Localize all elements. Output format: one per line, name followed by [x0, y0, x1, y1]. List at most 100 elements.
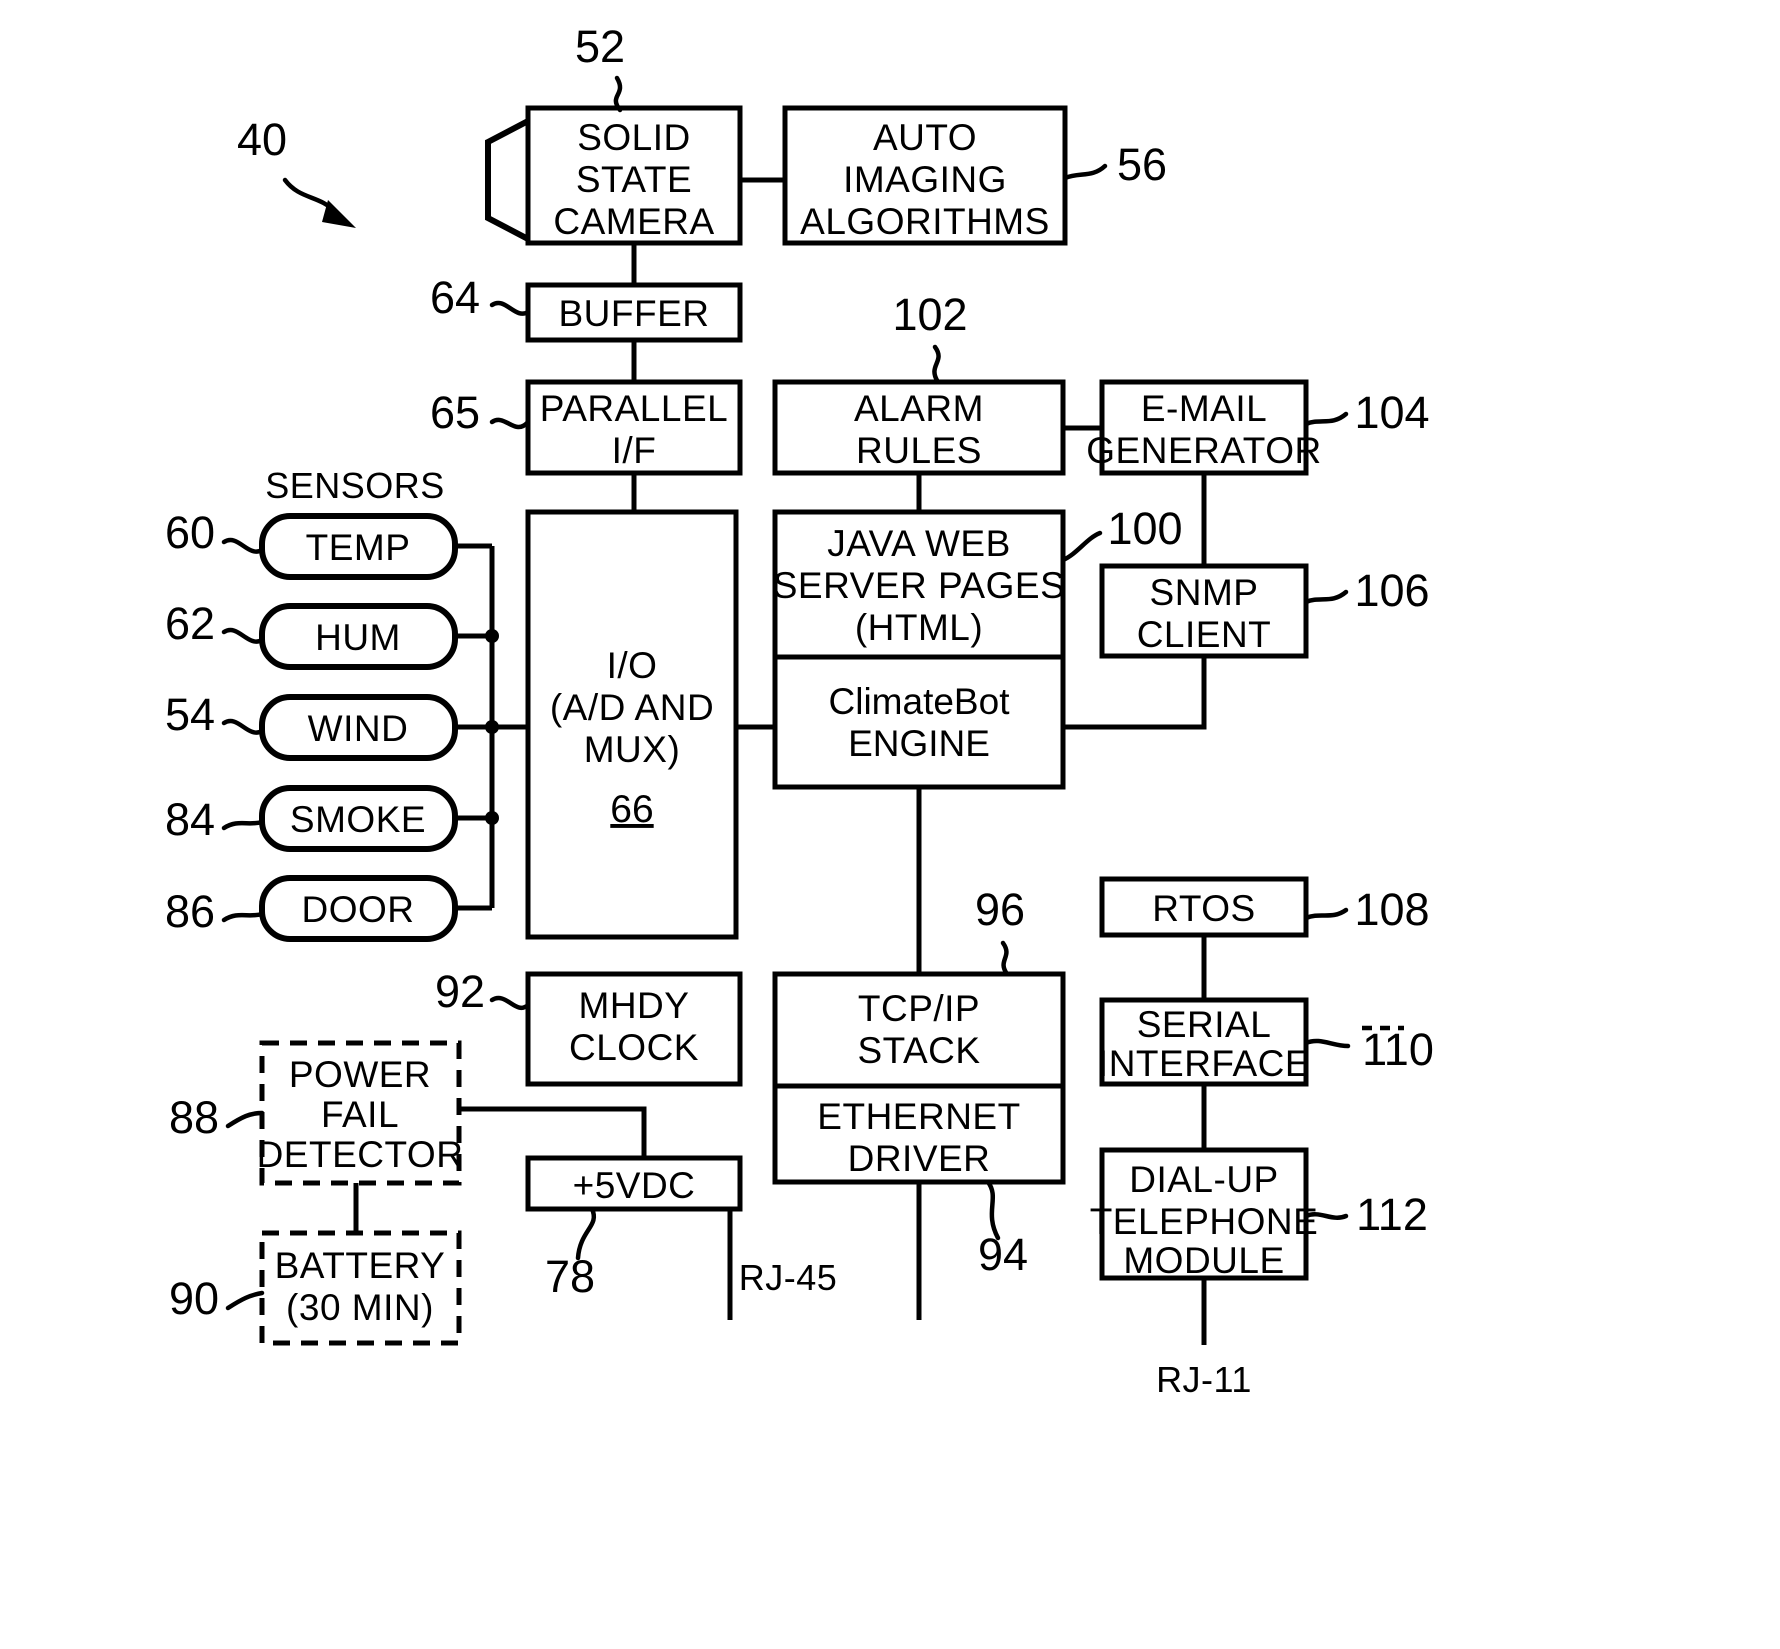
- java-web-line2: SERVER PAGES: [773, 565, 1066, 606]
- block-parallel-interface[interactable]: PARALLEL I/F: [525, 379, 743, 476]
- ref-96-number: 96: [975, 884, 1025, 935]
- ref-112: 112: [1303, 1189, 1428, 1240]
- ref-84: 84: [165, 794, 265, 845]
- ref-78: 78: [545, 1206, 596, 1302]
- ref-54-number: 54: [165, 689, 215, 740]
- sensor-wind[interactable]: WIND: [259, 694, 458, 761]
- tcpip-line2: STACK: [857, 1030, 980, 1071]
- ref-94: 94: [978, 1179, 1028, 1280]
- ref-94-number: 94: [978, 1229, 1028, 1280]
- ref-56: 56: [1062, 139, 1167, 190]
- camera-lens-icon: [485, 115, 533, 245]
- power-fail-line1: POWER: [289, 1054, 431, 1095]
- block-tcpip-ethernet[interactable]: TCP/IP STACK ETHERNET DRIVER: [772, 971, 1066, 1185]
- ref-86: 86: [165, 886, 265, 937]
- sensor-smoke[interactable]: SMOKE: [259, 785, 458, 852]
- auto-imaging-line1: AUTO: [873, 117, 977, 158]
- ethernet-line1: ETHERNET: [817, 1096, 1020, 1137]
- ref-90: 90: [169, 1273, 265, 1324]
- ref-100-number: 100: [1107, 503, 1182, 554]
- sensor-door[interactable]: DOOR: [259, 875, 458, 942]
- ref-86-number: 86: [165, 886, 215, 937]
- block-rtos[interactable]: RTOS: [1099, 876, 1309, 938]
- ref-102-number: 102: [892, 289, 967, 340]
- ref-64-number: 64: [430, 272, 480, 323]
- java-web-line1: JAVA WEB: [827, 523, 1011, 564]
- ref-88-number: 88: [169, 1092, 219, 1143]
- ref-102: 102: [892, 289, 968, 385]
- block-serial-interface[interactable]: SERIAL INTERFACE: [1098, 997, 1310, 1087]
- climatebot-line2: ENGINE: [848, 723, 990, 764]
- junction-dot: [485, 720, 499, 734]
- ref-100: 100: [1060, 503, 1183, 563]
- auto-imaging-line3: ALGORITHMS: [800, 201, 1050, 242]
- ref-104-number: 104: [1354, 387, 1429, 438]
- solid-state-camera-line2: STATE: [576, 159, 692, 200]
- solid-state-camera-line3: CAMERA: [553, 201, 714, 242]
- parallel-if-line1: PARALLEL: [540, 388, 728, 429]
- ref-92-number: 92: [435, 966, 485, 1017]
- block-solid-state-camera[interactable]: SOLID STATE CAMERA: [525, 105, 743, 246]
- ref-108: 108: [1303, 884, 1430, 935]
- io-line2: (A/D AND: [550, 687, 714, 728]
- snmp-client-line1: SNMP: [1150, 572, 1259, 613]
- dialup-line1: DIAL-UP: [1129, 1159, 1278, 1200]
- ethernet-line2: DRIVER: [848, 1138, 991, 1179]
- power-supply-label: +5VDC: [573, 1165, 696, 1206]
- block-buffer[interactable]: BUFFER: [525, 282, 743, 343]
- serial-interface-line1: SERIAL: [1137, 1004, 1272, 1045]
- block-battery[interactable]: BATTERY (30 MIN): [259, 1230, 462, 1346]
- patent-figure: SOLID STATE CAMERA AUTO IMAGING ALGORITH…: [0, 0, 1780, 1649]
- rj11-label: RJ-11: [1156, 1359, 1252, 1400]
- block-power-fail-detector[interactable]: POWER FAIL DETECTOR: [257, 1040, 464, 1186]
- ref-106-number: 106: [1354, 565, 1429, 616]
- block-auto-imaging-algorithms[interactable]: AUTO IMAGING ALGORITHMS: [782, 105, 1068, 246]
- junction-dot: [485, 811, 499, 825]
- rtos-label: RTOS: [1152, 888, 1255, 929]
- ref-106: 106: [1303, 565, 1430, 616]
- block-snmp-client[interactable]: SNMP CLIENT: [1099, 563, 1309, 659]
- ref-62-number: 62: [165, 598, 215, 649]
- email-generator-line1: E-MAIL: [1141, 388, 1267, 429]
- ref-56-number: 56: [1117, 139, 1167, 190]
- ref-78-number: 78: [545, 1251, 595, 1302]
- sensors-heading: SENSORS: [265, 465, 445, 506]
- io-ref-underlined: 66: [610, 788, 653, 831]
- power-fail-line2: FAIL: [321, 1094, 399, 1135]
- sensor-temp-label: TEMP: [306, 527, 411, 568]
- battery-line1: BATTERY: [275, 1245, 446, 1286]
- block-io-ad-mux[interactable]: I/O (A/D AND MUX) 66: [525, 509, 739, 940]
- ref-52: 52: [575, 21, 625, 113]
- diagram-canvas: SOLID STATE CAMERA AUTO IMAGING ALGORITH…: [165, 21, 1434, 1400]
- ref-92: 92: [435, 966, 531, 1017]
- block-java-web-server-climatebot[interactable]: JAVA WEB SERVER PAGES (HTML) ClimateBot …: [772, 509, 1066, 790]
- io-line1: I/O: [607, 645, 658, 686]
- block-email-generator[interactable]: E-MAIL GENERATOR: [1086, 379, 1321, 476]
- snmp-client-line2: CLIENT: [1137, 614, 1272, 655]
- sensor-door-label: DOOR: [302, 889, 415, 930]
- ref-96: 96: [975, 884, 1025, 977]
- sensor-temp[interactable]: TEMP: [259, 513, 458, 580]
- ref-65: 65: [430, 387, 531, 438]
- sensor-hum[interactable]: HUM: [259, 603, 458, 670]
- buffer-label: BUFFER: [559, 293, 710, 334]
- block-mhdy-clock[interactable]: MHDY CLOCK: [525, 971, 743, 1087]
- ref-108-number: 108: [1354, 884, 1429, 935]
- climatebot-line1: ClimateBot: [829, 681, 1011, 722]
- ref-52-number: 52: [575, 21, 625, 72]
- rj45-label: RJ-45: [739, 1257, 838, 1298]
- block-dialup-telephone-module[interactable]: DIAL-UP TELEPHONE MODULE: [1090, 1147, 1319, 1281]
- block-alarm-rules[interactable]: ALARM RULES: [772, 379, 1066, 476]
- ref-110: 110: [1303, 1024, 1434, 1075]
- block-power-supply-5vdc[interactable]: +5VDC: [525, 1155, 743, 1212]
- ref-60: 60: [165, 507, 265, 558]
- ref-40-overall: 40: [237, 114, 356, 228]
- junction-dot: [485, 629, 499, 643]
- java-web-line3: (HTML): [855, 607, 983, 648]
- ref-88: 88: [169, 1092, 265, 1143]
- mhdy-clock-line2: CLOCK: [569, 1027, 699, 1068]
- mhdy-clock-line1: MHDY: [579, 985, 690, 1026]
- serial-interface-line2: INTERFACE: [1098, 1043, 1310, 1084]
- ref-65-number: 65: [430, 387, 480, 438]
- ref-104: 104: [1303, 387, 1430, 438]
